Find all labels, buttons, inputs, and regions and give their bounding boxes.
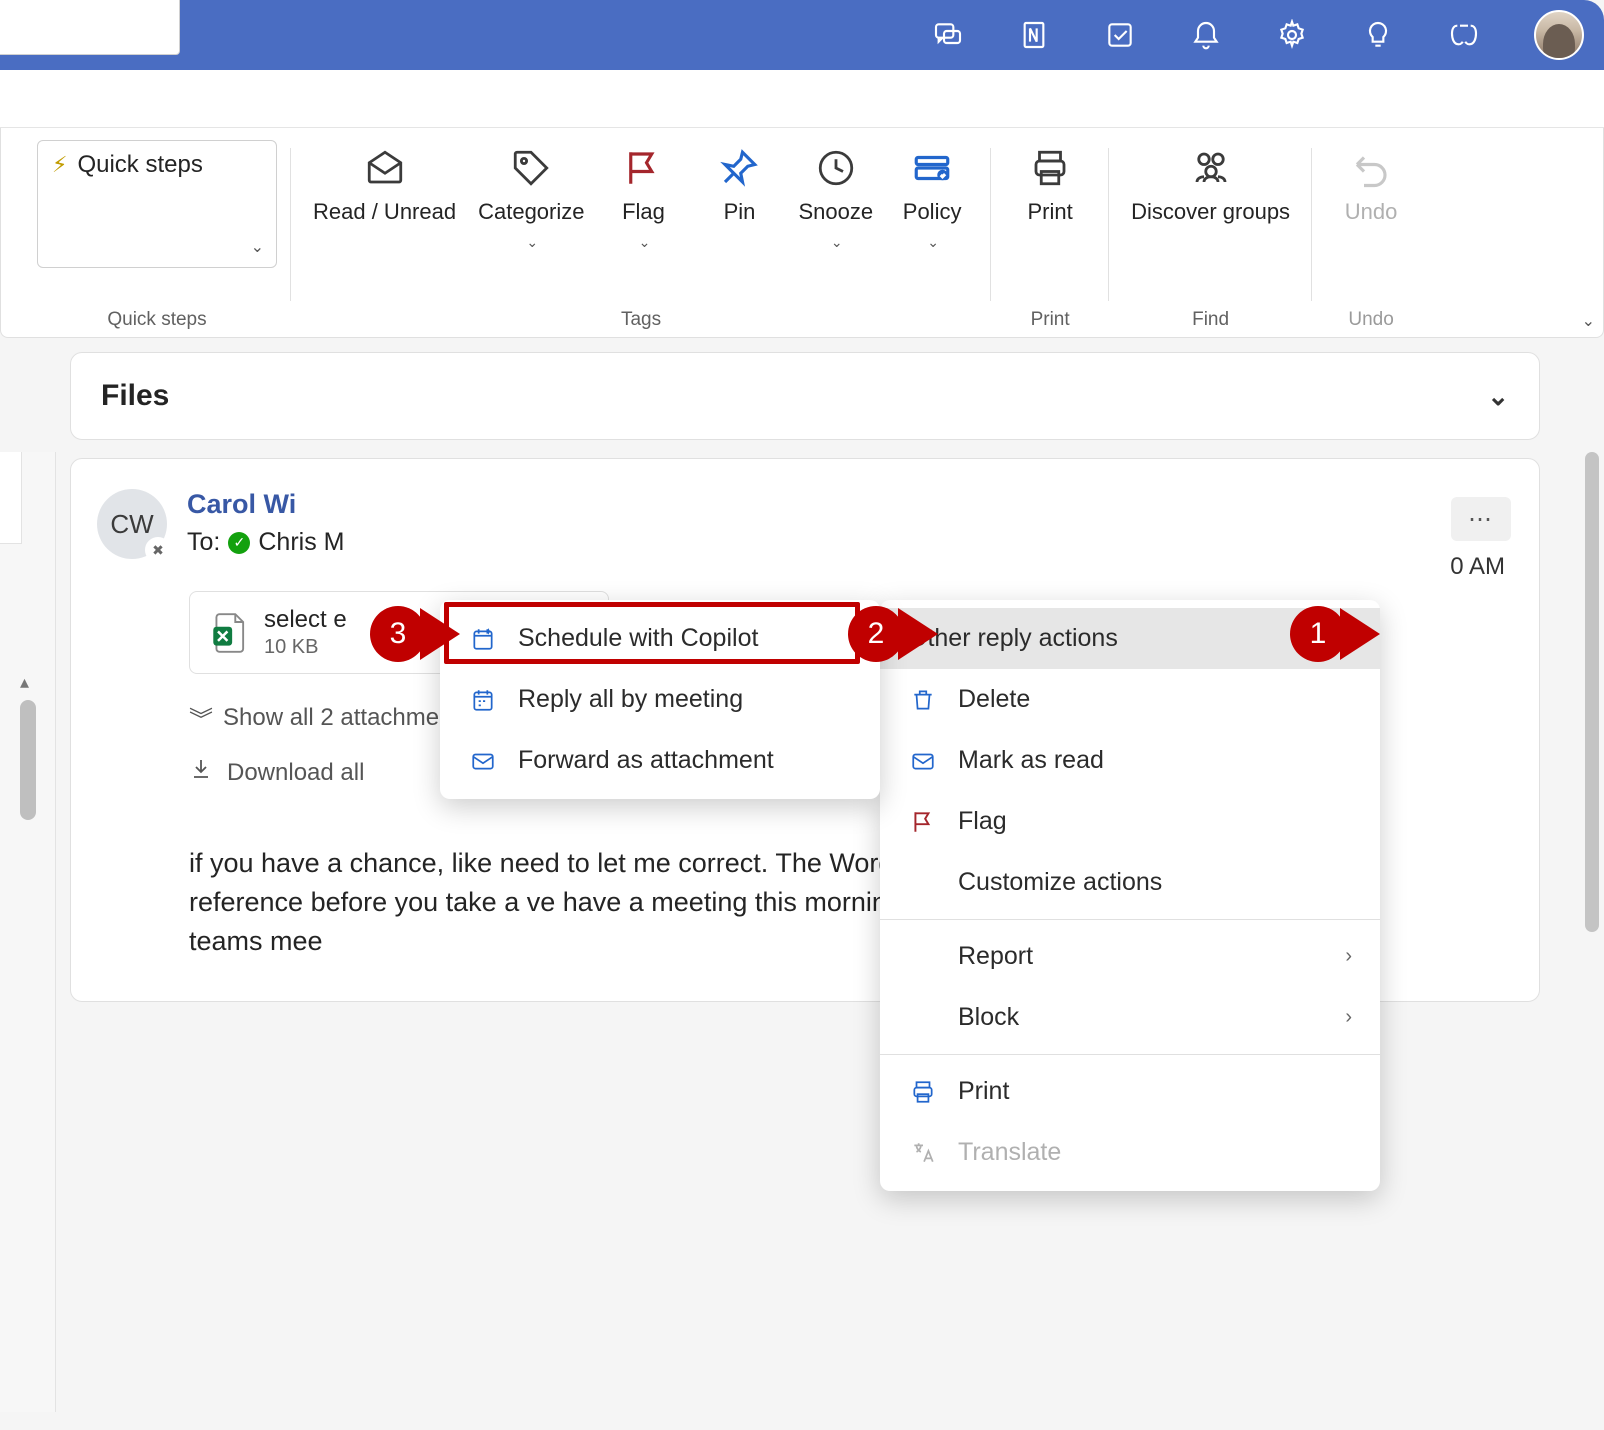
callout-1: 1	[1290, 606, 1380, 662]
title-bar	[0, 0, 1604, 70]
menu-print[interactable]: Print	[880, 1061, 1380, 1122]
pin-button[interactable]: Pin	[694, 140, 784, 257]
chevron-down-icon[interactable]: ⌄	[1487, 381, 1509, 412]
message-list-edge	[0, 452, 56, 1412]
menu-flag[interactable]: Flag	[880, 791, 1380, 852]
bolt-icon: ⚡︎	[52, 152, 67, 178]
bell-icon[interactable]	[1190, 19, 1222, 51]
printer-icon	[908, 1079, 938, 1105]
tag-icon	[510, 144, 552, 192]
ribbon-group-quick-steps: ⚡︎Quick steps ⌄ Quick steps	[23, 128, 291, 337]
message-time: 0 AM	[1450, 553, 1505, 581]
title-search-fragment	[0, 0, 180, 55]
ribbon-collapse-chevron[interactable]: ⌄	[1582, 311, 1595, 331]
recipient-name[interactable]: Chris M	[258, 528, 344, 557]
submenu-forward-attachment[interactable]: Forward as attachment	[440, 730, 880, 791]
callout-3: 3	[370, 606, 460, 662]
print-button[interactable]: Print	[1005, 140, 1095, 230]
scroll-up-icon[interactable]: ▴	[20, 672, 29, 693]
discover-groups-button[interactable]: Discover groups	[1123, 140, 1298, 230]
menu-delete[interactable]: Delete	[880, 669, 1380, 730]
categorize-button[interactable]: Categorize⌄	[470, 140, 592, 257]
ribbon-tab-strip	[0, 70, 1604, 128]
quick-steps-gallery[interactable]: ⚡︎Quick steps ⌄	[37, 140, 277, 268]
ribbon-group-find: Discover groups Find	[1109, 128, 1312, 337]
other-reply-submenu: Schedule with Copilot Reply all by meeti…	[440, 600, 880, 799]
submenu-reply-meeting[interactable]: Reply all by meeting	[440, 669, 880, 730]
translate-icon	[908, 1140, 938, 1166]
chevron-down-icon[interactable]: ⌄	[245, 233, 270, 261]
menu-report[interactable]: Report ›	[880, 926, 1380, 987]
sender-avatar[interactable]: CW	[97, 489, 167, 559]
user-avatar[interactable]	[1534, 10, 1584, 60]
menu-mark-read[interactable]: Mark as read	[880, 730, 1380, 791]
envelope-forward-icon	[468, 748, 498, 774]
more-actions-menu: Other reply actions › Delete Mark as rea…	[880, 600, 1380, 1191]
calendar-grid-icon	[468, 687, 498, 713]
menu-translate: Translate	[880, 1122, 1380, 1183]
printer-icon	[1029, 144, 1071, 192]
files-header[interactable]: Files ⌄	[70, 352, 1540, 440]
snooze-button[interactable]: Snooze⌄	[790, 140, 881, 257]
excel-file-icon	[210, 611, 248, 655]
chat-icon[interactable]	[932, 19, 964, 51]
undo-button: Undo	[1326, 140, 1416, 230]
onenote-icon[interactable]	[1018, 19, 1050, 51]
ribbon: ⚡︎Quick steps ⌄ Quick steps Read / Unrea…	[0, 128, 1604, 338]
flag-button[interactable]: Flag⌄	[598, 140, 688, 257]
envelope-open-icon	[364, 144, 406, 192]
callout-2: 2	[848, 606, 938, 662]
download-icon	[189, 757, 213, 788]
sender-name[interactable]: Carol Wi	[187, 489, 1503, 520]
attachment-name: select e	[264, 606, 347, 634]
trash-icon	[908, 687, 938, 713]
envelope-icon	[908, 748, 938, 774]
chevron-double-down-icon: ︾	[189, 700, 213, 735]
submenu-schedule-copilot[interactable]: Schedule with Copilot	[440, 608, 880, 669]
policy-icon	[911, 144, 953, 192]
read-unread-button[interactable]: Read / Unread	[305, 140, 464, 257]
more-actions-button[interactable]: ⋯	[1451, 497, 1511, 541]
files-title: Files	[101, 379, 169, 413]
calendar-sparkle-icon	[468, 626, 498, 652]
presence-offline-icon	[145, 537, 171, 563]
ribbon-group-print: Print Print	[991, 128, 1109, 337]
todo-icon[interactable]	[1104, 19, 1136, 51]
presence-available-icon: ✓	[228, 532, 250, 554]
message-list-scrollbar[interactable]	[20, 700, 36, 820]
menu-block[interactable]: Block ›	[880, 987, 1380, 1048]
scrollbar-thumb[interactable]	[1585, 452, 1599, 932]
pin-icon	[718, 144, 760, 192]
menu-customize-actions[interactable]: Customize actions	[880, 852, 1380, 913]
policy-button[interactable]: Policy⌄	[887, 140, 977, 257]
tips-icon[interactable]	[1362, 19, 1394, 51]
undo-icon	[1350, 144, 1392, 192]
to-line: To: ✓ Chris M	[187, 528, 1503, 557]
ribbon-group-tags: Read / Unread Categorize⌄ Flag⌄ Pin Snoo…	[291, 128, 991, 337]
flag-icon	[622, 144, 664, 192]
attachment-size: 10 KB	[264, 636, 347, 659]
copilot-icon[interactable]	[1448, 19, 1480, 51]
clock-icon	[815, 144, 857, 192]
reading-pane-scrollbar[interactable]	[1582, 452, 1602, 1412]
people-icon	[1190, 144, 1232, 192]
flag-icon	[908, 809, 938, 835]
gear-icon[interactable]	[1276, 19, 1308, 51]
ribbon-group-undo: Undo Undo	[1312, 128, 1430, 337]
